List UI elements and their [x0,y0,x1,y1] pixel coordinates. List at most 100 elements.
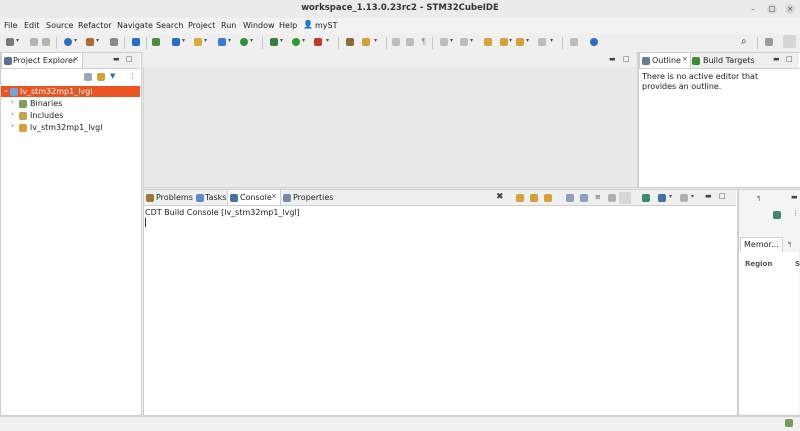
block-select-icon[interactable] [406,38,414,46]
minimize-view-icon[interactable]: ▬ [113,55,120,63]
tab-build-targets[interactable]: Build Targets [703,56,755,65]
outline-maximize-icon[interactable]: □ [786,55,793,63]
console-view-icon[interactable] [680,194,688,202]
window-title: workspace_1.13.0.23rc2 - STM32CubeIDE [301,3,499,13]
print-icon[interactable] [110,38,118,46]
search-toolbar-icon[interactable] [362,38,370,46]
forward-icon[interactable] [516,38,524,46]
editor-minimize-icon[interactable]: ▬ [609,55,616,63]
pin-console-icon[interactable] [608,194,616,202]
tab-problems[interactable]: Problems [156,193,193,202]
project-explorer-close-icon[interactable]: × [73,55,79,63]
project-icon [10,88,18,96]
outline-empty-message: There is no active editor that provides … [642,72,759,91]
save-console-icon[interactable] [580,194,588,202]
tree-item-includes[interactable]: Includes [30,111,63,120]
new-icon[interactable] [6,38,14,46]
outline-icon [642,57,650,65]
collapse-all-icon[interactable] [84,73,92,81]
outline-close-icon[interactable]: × [682,55,688,63]
expand-chevron-icon[interactable]: ⌄ [3,86,9,94]
open-element-icon[interactable] [152,38,160,46]
prev-annotation-icon[interactable] [460,38,468,46]
close-window-button[interactable]: × [785,4,795,14]
open-perspective-icon[interactable] [570,38,578,46]
link-with-editor-icon[interactable] [97,73,105,81]
menu-source[interactable]: Source [46,21,73,30]
toggle-mark-icon[interactable] [392,38,400,46]
menu-myst[interactable]: myST [315,21,338,30]
memory-refresh-icon[interactable] [773,211,781,219]
menu-file[interactable]: File [4,21,17,30]
menu-project[interactable]: Project [188,21,215,30]
console-close-icon[interactable]: × [271,192,277,200]
pin-editor-icon[interactable] [538,38,546,46]
new-dropdown-icon[interactable]: ▾ [16,37,19,44]
build-targets-icon [692,57,700,65]
perspective-cpp-icon[interactable] [765,38,773,46]
next-annotation-icon[interactable] [440,38,448,46]
paste-icon[interactable]: ≡ [595,193,601,201]
pilcrow-icon[interactable]: ¶ [421,37,426,46]
maximize-view-icon[interactable]: □ [126,55,133,63]
open-console-icon[interactable] [642,194,650,202]
menu-run[interactable]: Run [221,21,236,30]
scroll-lock-icon[interactable] [516,194,524,202]
maximize-button[interactable]: □ [767,4,777,14]
tree-item-project[interactable]: lv_stm32mp1_lvgl [20,87,92,96]
tab-tasks[interactable]: Tasks [205,193,226,202]
menu-refactor[interactable]: Refactor [78,21,112,30]
info-icon[interactable] [590,38,598,46]
debug-icon[interactable] [270,38,278,46]
tree-item-binaries[interactable]: Binaries [30,99,62,108]
memory-content [739,252,799,414]
menu-navigate[interactable]: Navigate [117,21,153,30]
editor-maximize-icon[interactable]: □ [623,55,630,63]
new-console-icon[interactable] [658,194,666,202]
menu-search[interactable]: Search [156,21,183,30]
external-tools-icon[interactable] [314,38,322,46]
console-tab-label: Console [240,193,272,202]
perspective-active-icon[interactable] [783,35,796,48]
memory-tab-extra-icon[interactable]: ╕ [788,239,792,247]
menu-help[interactable]: Help [279,21,297,30]
new-folder-icon[interactable] [194,38,202,46]
folder-icon [19,124,27,132]
expand-chevron-icon[interactable]: › [11,98,14,106]
minimize-button[interactable]: – [748,4,758,14]
build-config-icon[interactable] [64,38,72,46]
back-icon[interactable] [500,38,508,46]
copy-icon[interactable] [566,194,574,202]
menu-edit[interactable]: Edit [24,21,40,30]
memory-menu-icon[interactable]: ⋮ [792,209,799,217]
expand-chevron-icon[interactable]: › [11,122,14,130]
clear-console-icon[interactable]: ✖ [496,192,504,202]
menu-window[interactable]: Window [243,21,275,30]
link-icon[interactable] [346,38,354,46]
outline-tab-label: Outline [652,56,681,65]
memory-trim-icon[interactable]: ╕ [757,193,761,201]
save-icon[interactable] [30,38,38,46]
expand-chevron-icon[interactable]: › [11,110,14,118]
memory-minimize-icon[interactable]: ▬ [791,193,798,201]
word-wrap-icon[interactable] [544,194,552,202]
device-config-icon[interactable] [132,38,140,46]
tree-item-folder[interactable]: lv_stm32mp1_lvgl [30,123,102,132]
filter-icon[interactable]: ▼ [110,72,115,80]
new-file-icon[interactable] [240,38,248,46]
search-icon[interactable]: ⌕ [741,36,747,47]
save-all-icon[interactable] [42,38,50,46]
new-class-icon[interactable] [218,38,226,46]
last-edit-icon[interactable] [484,38,492,46]
outline-minimize-icon[interactable]: ▬ [773,55,780,63]
status-icon[interactable] [785,419,793,427]
view-menu-icon[interactable]: ⋮ [129,72,136,80]
show-on-output-icon[interactable] [530,194,538,202]
new-project-icon[interactable] [172,38,180,46]
console-minimize-icon[interactable]: ▬ [705,192,712,200]
display-console-icon[interactable] [619,192,631,204]
hammer-build-icon[interactable] [86,38,94,46]
tab-properties[interactable]: Properties [293,193,333,202]
run-icon[interactable] [292,38,300,46]
console-maximize-icon[interactable]: □ [719,192,726,200]
